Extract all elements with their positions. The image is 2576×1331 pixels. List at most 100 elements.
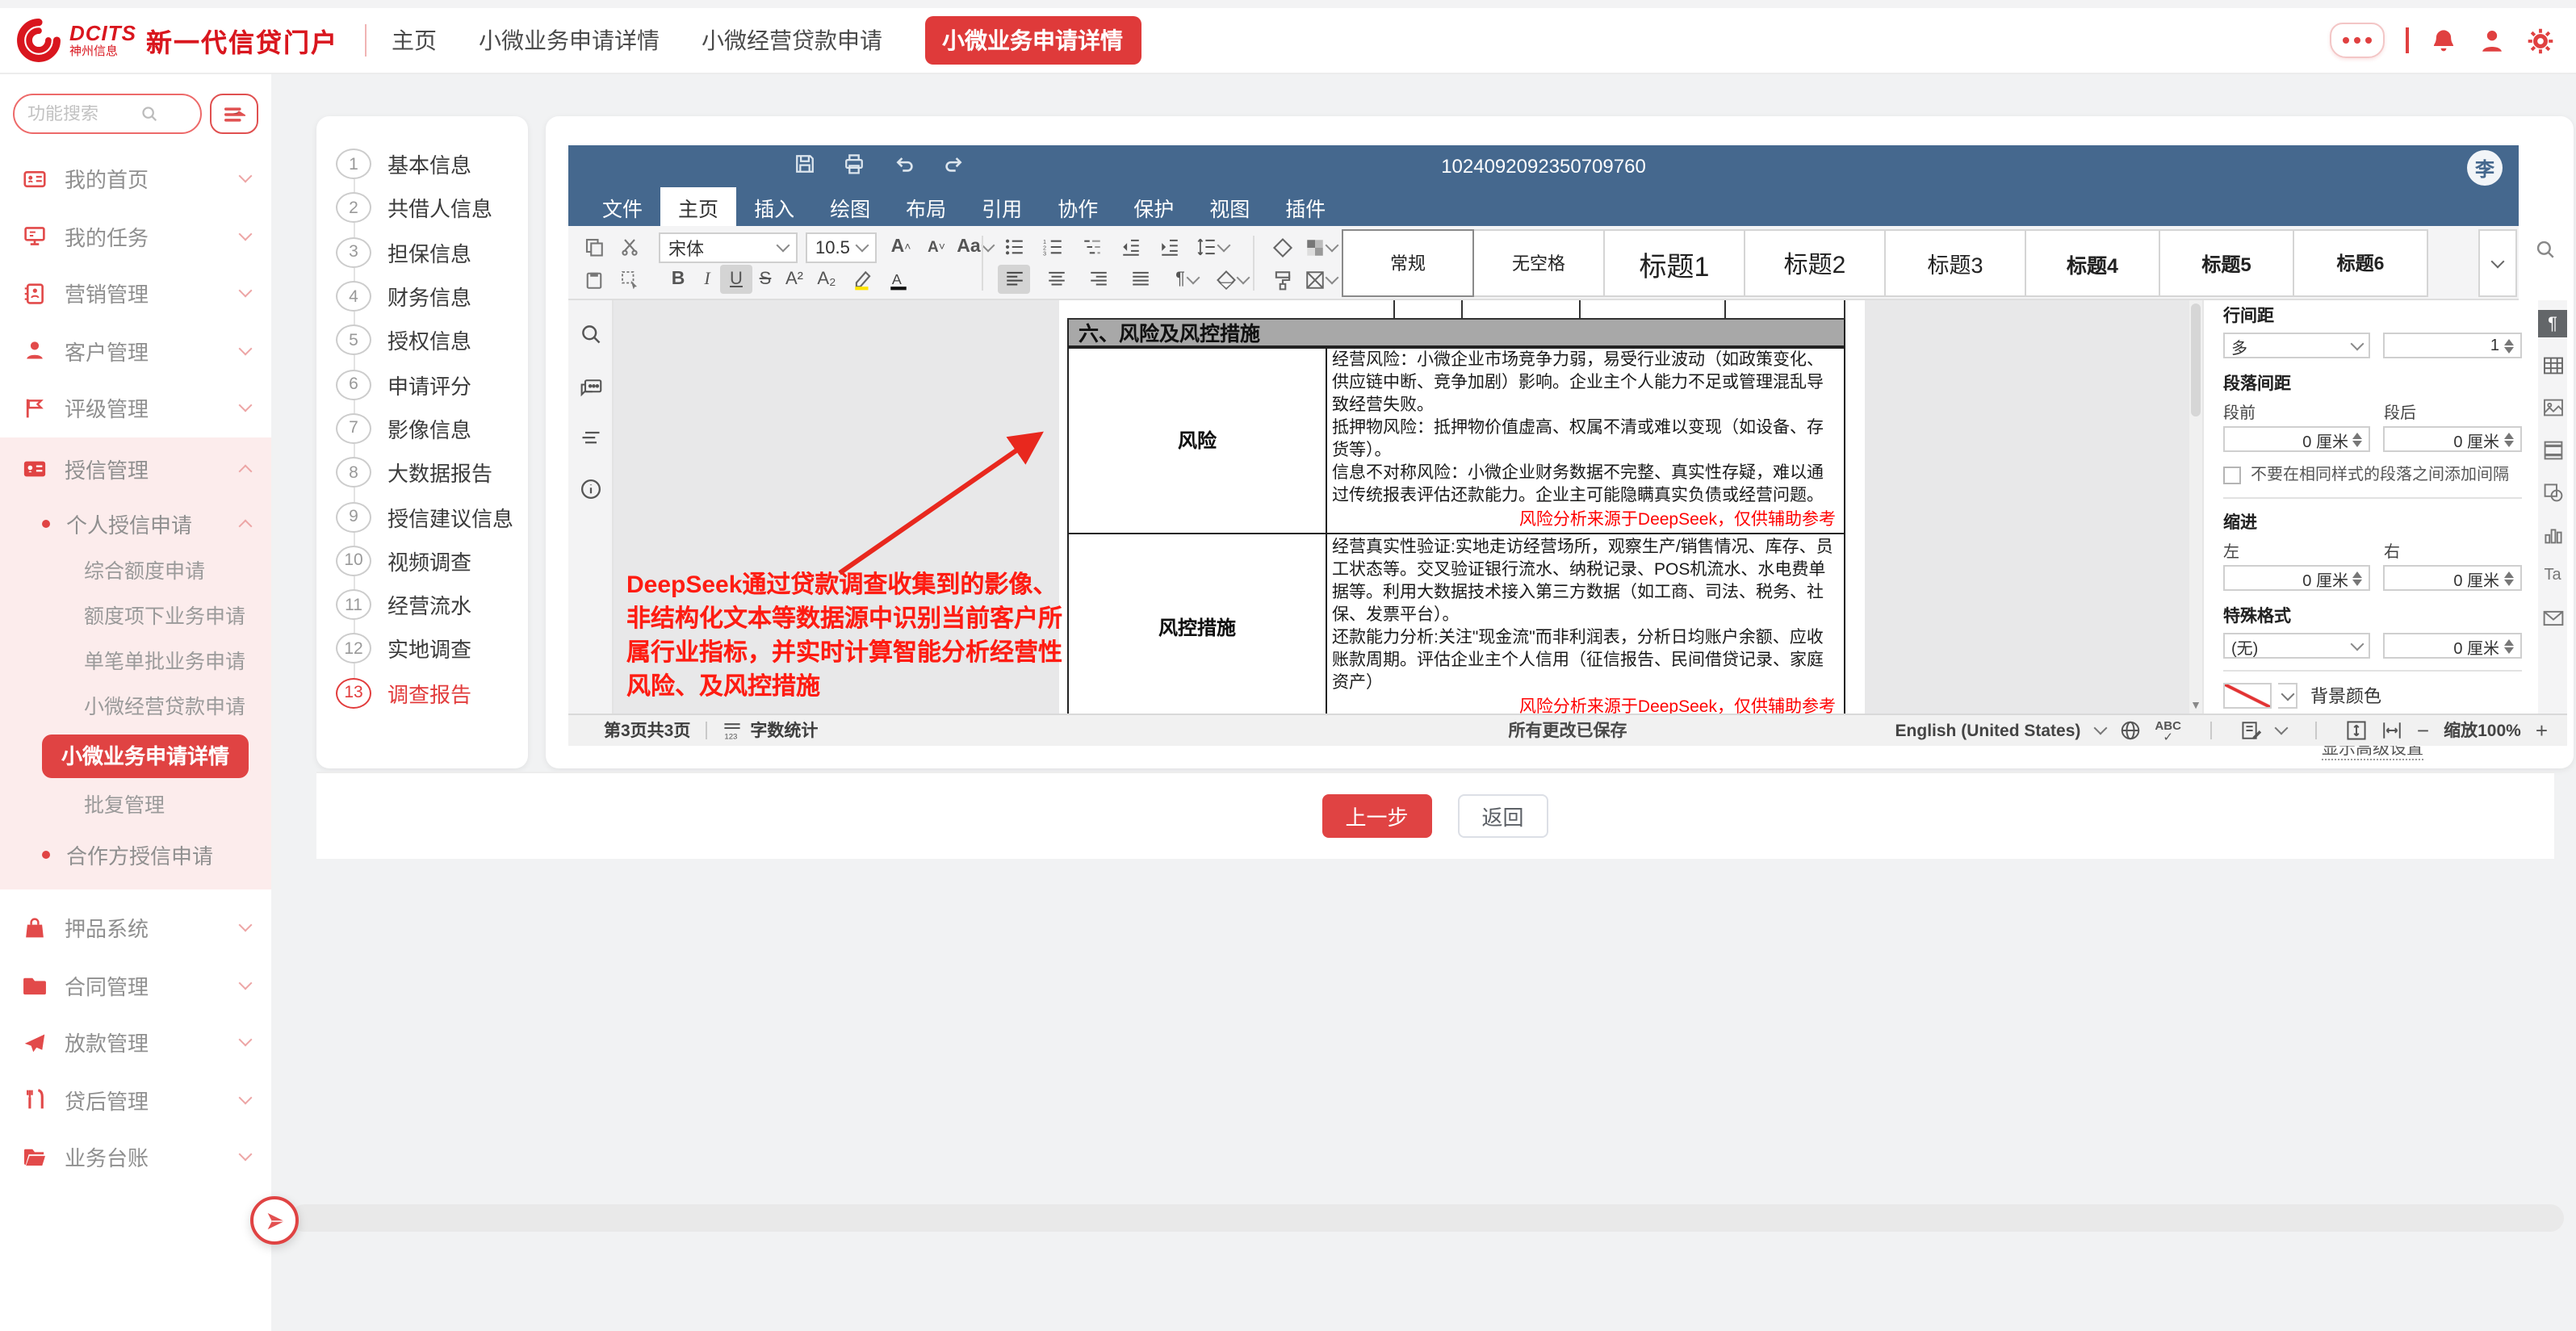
editor-search-icon[interactable]	[2535, 239, 2556, 260]
search-input[interactable]	[27, 104, 140, 123]
previous-step-button[interactable]: 上一步	[1322, 794, 1432, 838]
fill-color-grid-button[interactable]	[1301, 232, 1340, 262]
editor-menu-tab[interactable]: 主页	[660, 187, 736, 226]
bold-button[interactable]: B	[662, 265, 694, 294]
increase-font-button[interactable]: A˄	[885, 232, 917, 262]
sidebar-item[interactable]: 贷后管理	[0, 1071, 271, 1128]
step-item[interactable]: 9 授信建议信息	[316, 495, 528, 539]
spinner-arrows-icon[interactable]	[2504, 638, 2514, 653]
gear-icon[interactable]	[2526, 27, 2553, 54]
style-preset[interactable]: 标题3	[1884, 229, 2026, 297]
subscript-button[interactable]: A₂	[810, 265, 843, 294]
sidebar-item[interactable]: 客户管理	[0, 322, 271, 379]
editor-menu-tab[interactable]: 插入	[736, 187, 812, 226]
mail-merge-panel-tab[interactable]	[2538, 604, 2567, 631]
align-center-button[interactable]	[1040, 265, 1072, 294]
sidebar-link[interactable]: 综合额度申请	[0, 549, 271, 594]
justify-button[interactable]	[1124, 265, 1156, 294]
document-scrollbar[interactable]: ▼	[2189, 300, 2202, 714]
find-icon[interactable]	[579, 323, 601, 345]
highlight-color-button[interactable]	[846, 265, 878, 294]
comments-icon[interactable]	[579, 376, 601, 399]
editor-menu-tab[interactable]: 文件	[584, 187, 660, 226]
sidebar-link[interactable]: 小微经营贷款申请	[0, 684, 271, 730]
underline-button[interactable]: U	[720, 265, 752, 294]
style-preset[interactable]: 标题2	[1744, 229, 1886, 297]
nav-tab[interactable]: 小微业务申请详情	[924, 16, 1141, 65]
headings-icon[interactable]	[579, 429, 601, 447]
shading-button[interactable]	[1211, 265, 1253, 294]
strikethrough-button[interactable]: S	[749, 265, 781, 294]
style-preset[interactable]: 常规	[1342, 229, 1474, 297]
user-icon[interactable]	[2478, 27, 2505, 54]
editor-menu-tab[interactable]: 布局	[888, 187, 964, 226]
bullet-list-button[interactable]	[998, 232, 1030, 262]
step-item[interactable]: 3 担保信息	[316, 230, 528, 274]
sidebar-link[interactable]: 批复管理	[0, 783, 271, 828]
globe-icon[interactable]	[2119, 720, 2140, 741]
editor-menu-tab[interactable]: 引用	[964, 187, 1040, 226]
nav-tab[interactable]: 小微业务申请详情	[479, 24, 660, 57]
step-item[interactable]: 7 影像信息	[316, 407, 528, 451]
chart-panel-tab[interactable]	[2538, 520, 2567, 547]
line-spacing-select[interactable]: 多	[2223, 333, 2371, 358]
clear-format-button[interactable]	[1266, 232, 1298, 262]
sidebar-item[interactable]: 押品系统	[0, 899, 271, 956]
decrease-font-button[interactable]: A˅	[920, 232, 953, 262]
more-actions-button[interactable]	[2329, 23, 2384, 58]
multilevel-list-button[interactable]	[1075, 232, 1108, 262]
indent-left-stepper[interactable]: 0 厘米	[2223, 565, 2371, 591]
menu-collapse-button[interactable]	[210, 94, 258, 134]
collapse-sidebar-button[interactable]	[250, 1196, 299, 1245]
paragraph-mark-button[interactable]: ¶	[1166, 265, 1208, 294]
step-item[interactable]: 2 共借人信息	[316, 186, 528, 231]
spacing-before-stepper[interactable]: 0 厘米	[2223, 426, 2371, 452]
sidebar-link[interactable]: 单笔单批业务申请	[0, 639, 271, 684]
change-case-button[interactable]: Aa	[956, 232, 995, 262]
editor-menu-tab[interactable]: 保护	[1116, 187, 1192, 226]
sidebar-item[interactable]: 我的首页	[0, 150, 271, 207]
back-button[interactable]: 返回	[1458, 794, 1548, 838]
step-item[interactable]: 13 调查报告	[316, 671, 528, 715]
header-footer-panel-tab[interactable]	[2538, 436, 2567, 463]
fit-width-icon[interactable]	[2381, 720, 2402, 741]
line-spacing-stepper[interactable]: 1	[2384, 333, 2522, 358]
font-name-select[interactable]: 宋体	[659, 232, 798, 263]
nav-tab[interactable]: 小微经营贷款申请	[702, 24, 882, 57]
nav-tab[interactable]: 主页	[392, 24, 437, 57]
step-item[interactable]: 12 实地调查	[316, 627, 528, 672]
editor-menu-tab[interactable]: 视图	[1192, 187, 1267, 226]
decrease-indent-button[interactable]	[1114, 232, 1146, 262]
step-item[interactable]: 10 视频调查	[316, 538, 528, 583]
style-preset[interactable]: 标题1	[1603, 229, 1745, 297]
style-gallery-more-button[interactable]	[2478, 229, 2517, 297]
sidebar-link[interactable]: 小微业务申请详情	[42, 735, 249, 778]
zoom-level[interactable]: 缩放100%	[2444, 718, 2521, 743]
align-right-button[interactable]	[1082, 265, 1114, 294]
step-item[interactable]: 11 经营流水	[316, 583, 528, 627]
sidebar-item-credit-management[interactable]: 授信管理	[0, 440, 271, 497]
sidebar-item[interactable]: 合同管理	[0, 956, 271, 1014]
sidebar-item[interactable]: 业务台账	[0, 1128, 271, 1186]
zoom-in-button[interactable]: +	[2536, 718, 2548, 743]
sidebar-item-personal-credit[interactable]: 个人授信申请	[0, 497, 271, 549]
spinner-arrows-icon[interactable]	[2353, 432, 2363, 446]
background-color-swatch[interactable]	[2223, 683, 2272, 709]
align-left-button[interactable]	[998, 265, 1030, 294]
bottom-scroll-strip[interactable]	[291, 1204, 2563, 1232]
spinner-arrows-icon[interactable]	[2504, 338, 2514, 353]
numbered-list-button[interactable]: 123	[1037, 232, 1069, 262]
document-page[interactable]: 六、风险及风控措施 风险 经营风险：小微企业市场竞争力弱，易受行业波动（如政策变…	[1059, 300, 1865, 714]
format-painter-button[interactable]	[1266, 265, 1298, 294]
step-item[interactable]: 6 申请评分	[316, 362, 528, 407]
special-format-select[interactable]: (无)	[2223, 633, 2371, 659]
sidebar-item[interactable]: 我的任务	[0, 207, 271, 265]
sidebar-item[interactable]: 营销管理	[0, 265, 271, 322]
step-item[interactable]: 8 大数据报告	[316, 450, 528, 495]
cut-button[interactable]	[614, 232, 646, 262]
step-item[interactable]: 4 财务信息	[316, 274, 528, 319]
table-panel-tab[interactable]	[2538, 352, 2567, 379]
style-preset[interactable]: 无空格	[1472, 229, 1605, 297]
editor-menu-tab[interactable]: 协作	[1040, 187, 1116, 226]
text-art-panel-tab[interactable]: Ta	[2538, 562, 2567, 589]
